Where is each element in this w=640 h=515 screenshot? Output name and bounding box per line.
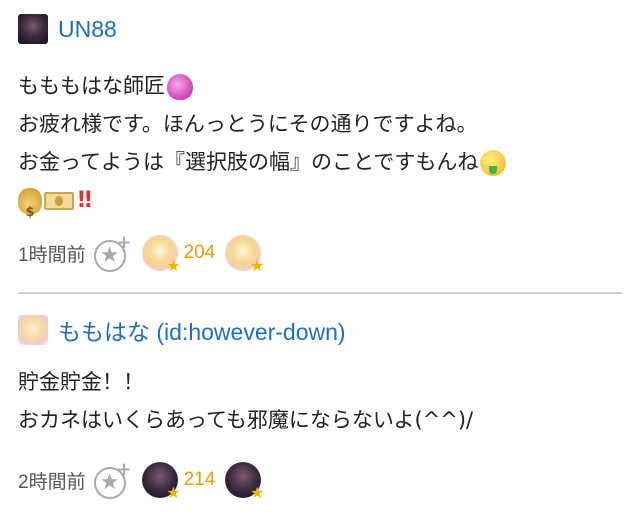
money-mouth-face-icon [480, 150, 507, 176]
gold-star-icon: ★ [249, 256, 265, 275]
username-link[interactable]: UN88 [58, 16, 117, 43]
add-star-button[interactable]: ★ + [92, 459, 132, 499]
comment-body: もももはな師匠 お疲れ様です。ほんっとうにその通りですよね。 お金ってようは『選… [18, 67, 507, 232]
gold-star-icon: ★ [166, 483, 181, 502]
peach-icon [167, 74, 193, 100]
comment-body: 貯金貯金！！ おカネはいくらあっても邪魔にならないよ(^^)/ [18, 363, 473, 439]
comment-line-text: おカネはいくらあっても邪魔にならないよ(^^)/ [18, 408, 474, 432]
comment-footer: 1時間前 ★ + ★ 204 ★ [18, 231, 265, 275]
comment-line: もももはな師匠 [18, 67, 506, 105]
timestamp[interactable]: 1時間前 [18, 240, 86, 267]
comment-line: 貯金貯金！！ [18, 363, 473, 401]
plus-icon: + [116, 459, 132, 480]
comment-header: ももはな (id:however-down) [18, 313, 346, 347]
username-link[interactable]: ももはな (id:however-down) [58, 313, 346, 347]
comment-line-text: もももはな師匠 [18, 74, 165, 98]
gold-star-icon: ★ [249, 483, 265, 502]
star-count[interactable]: 204 [184, 242, 216, 264]
user-avatar[interactable] [18, 315, 48, 345]
comment-line-text: お金ってようは『選択肢の幅』のことですもんね [18, 150, 479, 174]
star-user-avatar[interactable]: ★ [141, 235, 181, 275]
user-avatar[interactable] [18, 14, 48, 44]
gold-star-icon: ★ [166, 256, 181, 275]
comment-thread: UN88 もももはな師匠 お疲れ様です。ほんっとうにその通りですよね。 お金って… [0, 0, 640, 515]
star-user-avatar[interactable]: ★ [225, 235, 265, 275]
comment-item: ももはな (id:however-down) 貯金貯金！！ おカネはいくらあって… [0, 295, 640, 515]
star-user-avatar[interactable]: ★ [225, 462, 265, 502]
comment-line: おカネはいくらあっても邪魔にならないよ(^^)/ [18, 401, 473, 439]
comment-line: お金ってようは『選択肢の幅』のことですもんね [18, 143, 507, 181]
comment-header: UN88 [18, 12, 117, 46]
star-count[interactable]: 214 [184, 469, 216, 491]
double-exclamation-icon: ‼ [78, 188, 92, 213]
comment-line: お疲れ様です。ほんっとうにその通りですよね。 [18, 105, 506, 143]
add-star-button[interactable]: ★ + [92, 232, 132, 272]
comment-line-text: 貯金貯金！！ [18, 370, 144, 394]
money-bag-icon [18, 188, 42, 232]
plus-icon: + [116, 232, 132, 253]
comment-line: ‼ [18, 181, 506, 232]
comment-line-text: お疲れ様です。ほんっとうにその通りですよね。 [18, 112, 478, 136]
comment-footer: 2時間前 ★ + ★ 214 ★ [18, 458, 265, 502]
banknote-icon [44, 192, 74, 210]
timestamp[interactable]: 2時間前 [18, 467, 86, 494]
star-user-avatar[interactable]: ★ [141, 462, 181, 502]
comment-divider [18, 292, 622, 294]
comment-item: UN88 もももはな師匠 お疲れ様です。ほんっとうにその通りですよね。 お金って… [0, 0, 640, 292]
